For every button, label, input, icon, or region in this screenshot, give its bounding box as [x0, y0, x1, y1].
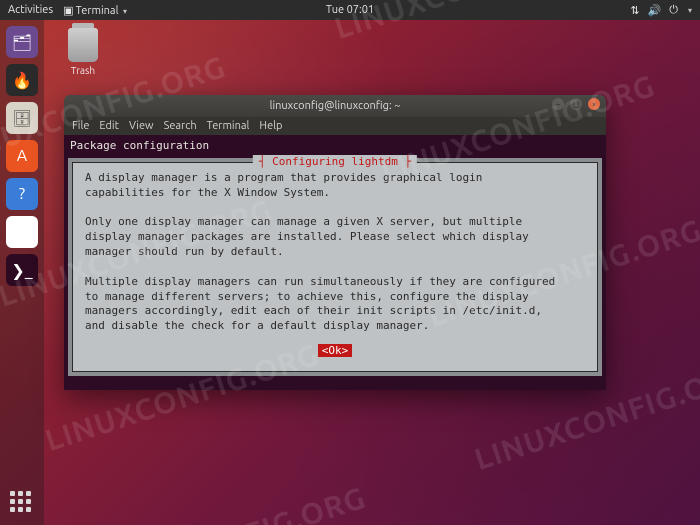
desktop-root: Activities ▣ Terminal ▾ Tue 07:01 ⇅ 🔊 ⏻ … — [0, 0, 700, 525]
dialog-body-text: A display manager is a program that prov… — [85, 171, 585, 334]
ok-button[interactable]: <Ok> — [318, 344, 353, 357]
dock-software-icon[interactable]: A — [6, 140, 38, 172]
top-bar: Activities ▣ Terminal ▾ Tue 07:01 ⇅ 🔊 ⏻ … — [0, 0, 700, 20]
app-menu-label: Terminal — [76, 5, 119, 17]
terminal-indicator-icon: ▣ — [63, 4, 73, 14]
network-icon[interactable]: ⇅ — [630, 4, 639, 17]
power-icon[interactable]: ⏻ — [669, 4, 678, 17]
window-maximize-button[interactable]: ▢ — [570, 98, 582, 110]
window-title: linuxconfig@linuxconfig: ~ — [270, 100, 401, 112]
show-applications-button[interactable] — [10, 491, 34, 515]
window-close-button[interactable]: × — [588, 98, 600, 110]
terminal-menubar: File Edit View Search Terminal Help — [64, 117, 606, 135]
window-minimize-button[interactable]: – — [552, 98, 564, 110]
dock-archive-icon[interactable]: 🗄 — [6, 102, 38, 134]
dock: 🗂 🔥 🗄 A ? a ❯_ — [0, 20, 44, 525]
dock-files-icon[interactable]: 🗂 — [6, 26, 38, 58]
menu-view[interactable]: View — [129, 120, 154, 132]
chevron-down-icon: ▾ — [123, 7, 127, 16]
dock-terminal-icon[interactable]: ❯_ — [6, 254, 38, 286]
menu-search[interactable]: Search — [164, 120, 197, 132]
dock-firefox-icon[interactable]: 🔥 — [6, 64, 38, 96]
desktop-trash-label: Trash — [58, 65, 108, 76]
menu-terminal[interactable]: Terminal — [207, 120, 250, 132]
menu-file[interactable]: File — [72, 120, 89, 132]
dock-amazon-icon[interactable]: a — [6, 216, 38, 248]
configuring-dialog: ┤ Configuring lightdm ├ A display manage… — [72, 162, 598, 372]
trash-icon — [68, 28, 98, 62]
activities-button[interactable]: Activities — [8, 4, 53, 16]
dialog-shadow: ┤ Configuring lightdm ├ A display manage… — [68, 158, 602, 376]
desktop-trash[interactable]: Trash — [58, 28, 108, 76]
menu-help[interactable]: Help — [259, 120, 282, 132]
terminal-body: Package configuration ┤ Configuring ligh… — [64, 135, 606, 390]
clock[interactable]: Tue 07:01 — [326, 4, 374, 16]
dock-help-icon[interactable]: ? — [6, 178, 38, 210]
dialog-caption: ┤ Configuring lightdm ├ — [253, 155, 417, 170]
terminal-window: linuxconfig@linuxconfig: ~ – ▢ × File Ed… — [64, 95, 606, 390]
menu-edit[interactable]: Edit — [99, 120, 119, 132]
window-titlebar[interactable]: linuxconfig@linuxconfig: ~ – ▢ × — [64, 95, 606, 117]
volume-icon[interactable]: 🔊 — [648, 4, 662, 17]
app-menu[interactable]: ▣ Terminal ▾ — [63, 4, 127, 17]
system-menu-chevron-icon: ▾ — [688, 6, 692, 15]
